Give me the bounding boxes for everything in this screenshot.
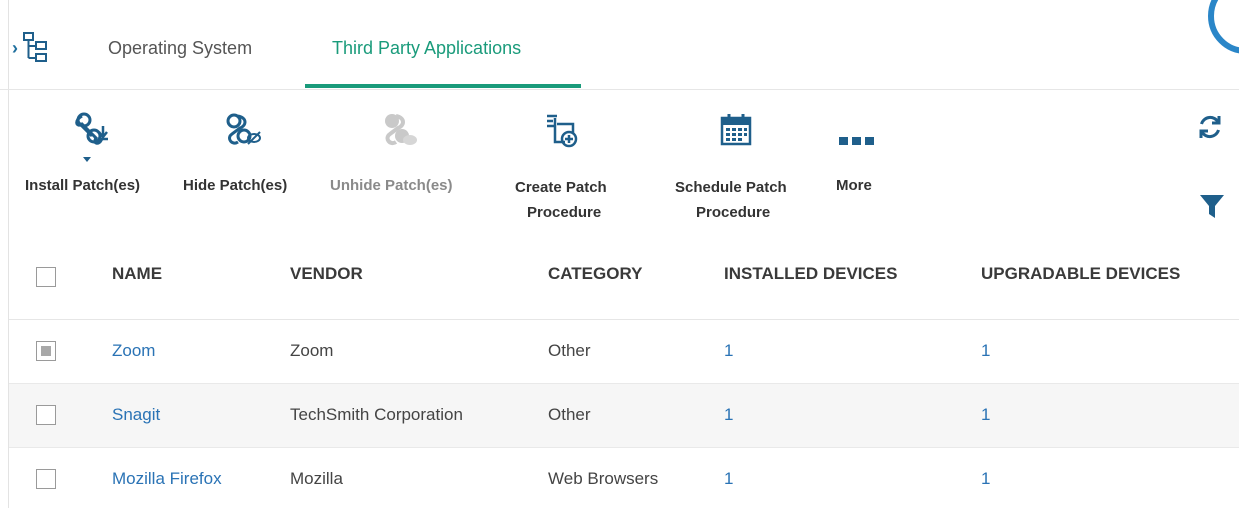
create-procedure-label-line2: Procedure xyxy=(527,204,602,221)
column-header-vendor[interactable]: VENDOR xyxy=(290,264,363,284)
category-cell: Web Browsers xyxy=(548,469,659,488)
install-patch-label: Install Patch(es) xyxy=(25,177,141,194)
table-row: Snagit TechSmith Corporation Other 1 1 xyxy=(9,384,1239,448)
table-row: Mozilla Firefox Mozilla Web Browsers 1 1 xyxy=(9,448,1239,508)
app-name-link[interactable]: Mozilla Firefox xyxy=(112,469,222,489)
tab-bar: › Operating System Third Party Applicati… xyxy=(0,0,1239,90)
row-checkbox[interactable] xyxy=(36,469,56,489)
upgradable-devices-link[interactable]: 1 xyxy=(981,341,990,361)
upgradable-devices-link[interactable]: 1 xyxy=(981,469,990,489)
column-header-installed-devices[interactable]: INSTALLED DEVICES xyxy=(724,264,897,284)
app-name-link[interactable]: Zoom xyxy=(112,341,155,361)
chevron-right-icon: › xyxy=(12,37,18,58)
category-cell: Other xyxy=(548,341,591,360)
create-procedure-icon xyxy=(547,114,578,148)
vendor-cell: Zoom xyxy=(290,341,334,360)
tab-third-party-applications[interactable]: Third Party Applications xyxy=(332,38,521,59)
schedule-procedure-label-line1: Schedule Patch xyxy=(675,179,787,196)
table-row: Zoom Zoom Other 1 1 xyxy=(9,320,1239,384)
active-tab-indicator xyxy=(305,84,581,88)
row-checkbox[interactable] xyxy=(36,405,56,425)
more-label: More xyxy=(836,177,872,194)
column-header-name[interactable]: NAME xyxy=(112,264,162,284)
category-cell: Other xyxy=(548,405,591,424)
installed-devices-link[interactable]: 1 xyxy=(724,405,733,425)
upgradable-devices-link[interactable]: 1 xyxy=(981,405,990,425)
vendor-cell: Mozilla xyxy=(290,469,343,488)
refresh-button[interactable] xyxy=(1197,114,1223,140)
vendor-cell: TechSmith Corporation xyxy=(290,405,463,424)
app-name-link[interactable]: Snagit xyxy=(112,405,160,425)
column-header-category[interactable]: CATEGORY xyxy=(548,264,642,284)
tree-structure-icon xyxy=(23,32,47,62)
unhide-patch-label: Unhide Patch(es) xyxy=(330,177,453,194)
table-header-row: NAME VENDOR CATEGORY INSTALLED DEVICES U… xyxy=(9,236,1239,320)
more-dots-icon xyxy=(839,137,874,145)
schedule-procedure-label-line2: Procedure xyxy=(696,204,771,221)
refresh-icon xyxy=(1199,115,1221,139)
installed-devices-link[interactable]: 1 xyxy=(724,469,733,489)
calendar-icon xyxy=(720,114,752,146)
create-procedure-label-line1: Create Patch xyxy=(515,179,607,196)
column-header-upgradable-devices[interactable]: UPGRADABLE DEVICES xyxy=(981,264,1180,284)
tree-toggle-button[interactable]: › xyxy=(12,28,62,68)
filter-icon xyxy=(1200,195,1224,218)
install-patch-icon xyxy=(75,112,108,162)
corner-badge-icon xyxy=(1208,0,1239,54)
filter-button[interactable] xyxy=(1199,193,1225,219)
row-checkbox[interactable] xyxy=(36,341,56,361)
unhide-patch-icon xyxy=(385,114,417,145)
select-all-checkbox[interactable] xyxy=(36,267,56,287)
installed-devices-link[interactable]: 1 xyxy=(724,341,733,361)
hide-patch-icon xyxy=(226,113,261,145)
hide-patch-label: Hide Patch(es) xyxy=(183,177,288,194)
tab-operating-system[interactable]: Operating System xyxy=(108,38,252,59)
